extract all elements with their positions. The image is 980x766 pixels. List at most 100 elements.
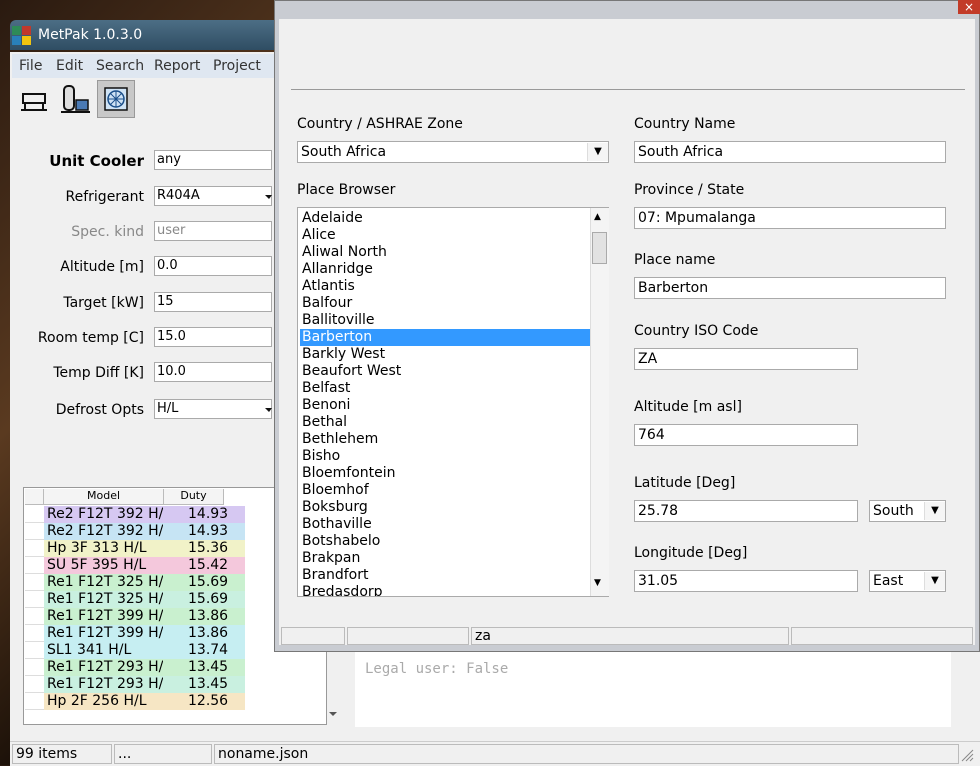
unit-cooler-icon[interactable] [15,80,53,118]
list-item[interactable]: Bredasdorp [300,584,591,596]
table-row[interactable]: Re1 F12T 399 H/13.86 [44,625,245,642]
menu-report[interactable]: Report [154,58,200,74]
row-header[interactable] [25,625,44,642]
row-header[interactable] [25,676,44,693]
list-item[interactable]: Adelaide [300,210,591,227]
altitude-label: Altitude [m] [60,259,144,275]
country-name-input[interactable]: South Africa [634,141,946,163]
list-item[interactable]: Belfast [300,380,591,397]
model-cell: Re2 F12T 392 H/ [47,523,163,539]
row-header[interactable] [25,540,44,557]
longitude-input[interactable]: 31.05 [634,570,858,592]
row-header[interactable] [25,574,44,591]
model-cell: Hp 2F 256 H/L [47,693,147,709]
table-row[interactable]: Hp 3F 313 H/L 15.36 [44,540,245,557]
row-header[interactable] [25,642,44,659]
list-item[interactable]: Beaufort West [300,363,591,380]
list-item[interactable]: Benoni [300,397,591,414]
temp-diff-label: Temp Diff [K] [53,365,144,381]
project-file-name: noname.json [214,744,959,764]
list-item[interactable]: Bothaville [300,516,591,533]
list-item[interactable]: Brakpan [300,550,591,567]
list-item[interactable]: Bloemfontein [300,465,591,482]
fan-coil-icon[interactable] [97,80,135,118]
dialog-altitude-input[interactable]: 764 [634,424,858,446]
window-title: MetPak 1.0.3.0 [38,27,143,43]
list-item[interactable]: Ballitoville [300,312,591,329]
table-row[interactable]: Re1 F12T 293 H/13.45 [44,676,245,693]
list-item[interactable]: Aliwal North [300,244,591,261]
list-item[interactable]: Allanridge [300,261,591,278]
list-item[interactable]: Bethal [300,414,591,431]
row-header[interactable] [25,557,44,574]
row-header[interactable] [25,608,44,625]
model-cell: Hp 3F 313 H/L [47,540,147,556]
scroll-down-icon[interactable]: ▼ [594,578,601,588]
condensing-unit-icon[interactable] [56,80,94,118]
list-item[interactable]: Barberton [300,329,591,346]
place-name-input[interactable]: Barberton [634,277,946,299]
refrigerant-label: Refrigerant [65,189,144,205]
chevron-down-icon[interactable] [264,399,272,419]
list-item[interactable]: Boksburg [300,499,591,516]
table-row[interactable]: Hp 2F 256 H/L 12.56 [44,693,245,710]
grid-header-duty[interactable]: Duty [164,489,224,505]
model-cell: Re1 F12T 293 H/ [47,659,163,675]
defrost-select[interactable]: H/L [154,399,272,419]
row-header[interactable] [25,506,44,523]
target-label: Target [kW] [63,295,144,311]
chevron-down-icon[interactable]: ▼ [587,143,608,161]
row-header[interactable] [25,523,44,540]
list-item[interactable]: Bethlehem [300,431,591,448]
refrigerant-select[interactable]: R404A [154,186,272,206]
table-row[interactable]: SU 5F 395 H/L 15.42 [44,557,245,574]
chevron-down-icon[interactable]: ▼ [924,502,945,520]
chevron-down-icon[interactable] [264,186,272,206]
row-header[interactable] [25,591,44,608]
province-input[interactable]: 07: Mpumalanga [634,207,946,229]
resize-grip-icon[interactable] [960,748,974,766]
list-item[interactable]: Atlantis [300,278,591,295]
table-row[interactable]: Re2 F12T 392 H/14.93 [44,523,245,540]
unit-cooler-input[interactable]: any [154,150,272,170]
list-item[interactable]: Alice [300,227,591,244]
table-row[interactable]: SL1 341 H/L 13.74 [44,642,245,659]
model-cell: Re1 F12T 325 H/ [47,574,163,590]
separator [291,89,965,90]
place-browser-list[interactable]: Adelaide Alice Aliwal North Allanridge Atlan… [297,207,609,597]
row-header[interactable] [25,693,44,710]
scroll-thumb[interactable] [592,232,607,264]
place-list-scrollbar[interactable]: ▲ ▼ [590,208,609,596]
list-item[interactable]: Barkly West [300,346,591,363]
latitude-input[interactable]: 25.78 [634,500,858,522]
scroll-up-icon[interactable]: ▲ [594,212,601,222]
table-row[interactable]: Re2 F12T 392 H/14.93 [44,506,245,523]
grid-header-model[interactable]: Model [44,489,164,505]
menu-file[interactable]: File [19,58,42,74]
row-header[interactable] [25,659,44,676]
table-row[interactable]: Re1 F12T 325 H/15.69 [44,591,245,608]
list-item[interactable]: Balfour [300,295,591,312]
iso-code-input[interactable]: ZA [634,348,858,370]
temp-diff-input[interactable]: 10.0 [154,362,272,382]
table-row[interactable]: Re1 F12T 399 H/13.86 [44,608,245,625]
menu-edit[interactable]: Edit [56,58,83,74]
altitude-input[interactable]: 0.0 [154,256,272,276]
table-row[interactable]: Re1 F12T 325 H/15.69 [44,574,245,591]
chevron-down-icon[interactable] [328,708,338,718]
target-input[interactable]: 15 [154,292,272,312]
list-item[interactable]: Botshabelo [300,533,591,550]
app-icon [12,26,32,46]
close-icon[interactable]: × [958,0,980,14]
duty-cell: 12.56 [188,693,229,709]
place-name-label: Place name [634,252,716,268]
chevron-down-icon[interactable]: ▼ [924,572,945,590]
list-item[interactable]: Bloemhof [300,482,591,499]
list-item[interactable]: Brandfort [300,567,591,584]
table-row[interactable]: Re1 F12T 293 H/13.45 [44,659,245,676]
country-zone-select[interactable]: South Africa [297,141,609,163]
room-temp-input[interactable]: 15.0 [154,327,272,347]
menu-project[interactable]: Project [213,58,261,74]
menu-search[interactable]: Search [96,58,144,74]
list-item[interactable]: Bisho [300,448,591,465]
